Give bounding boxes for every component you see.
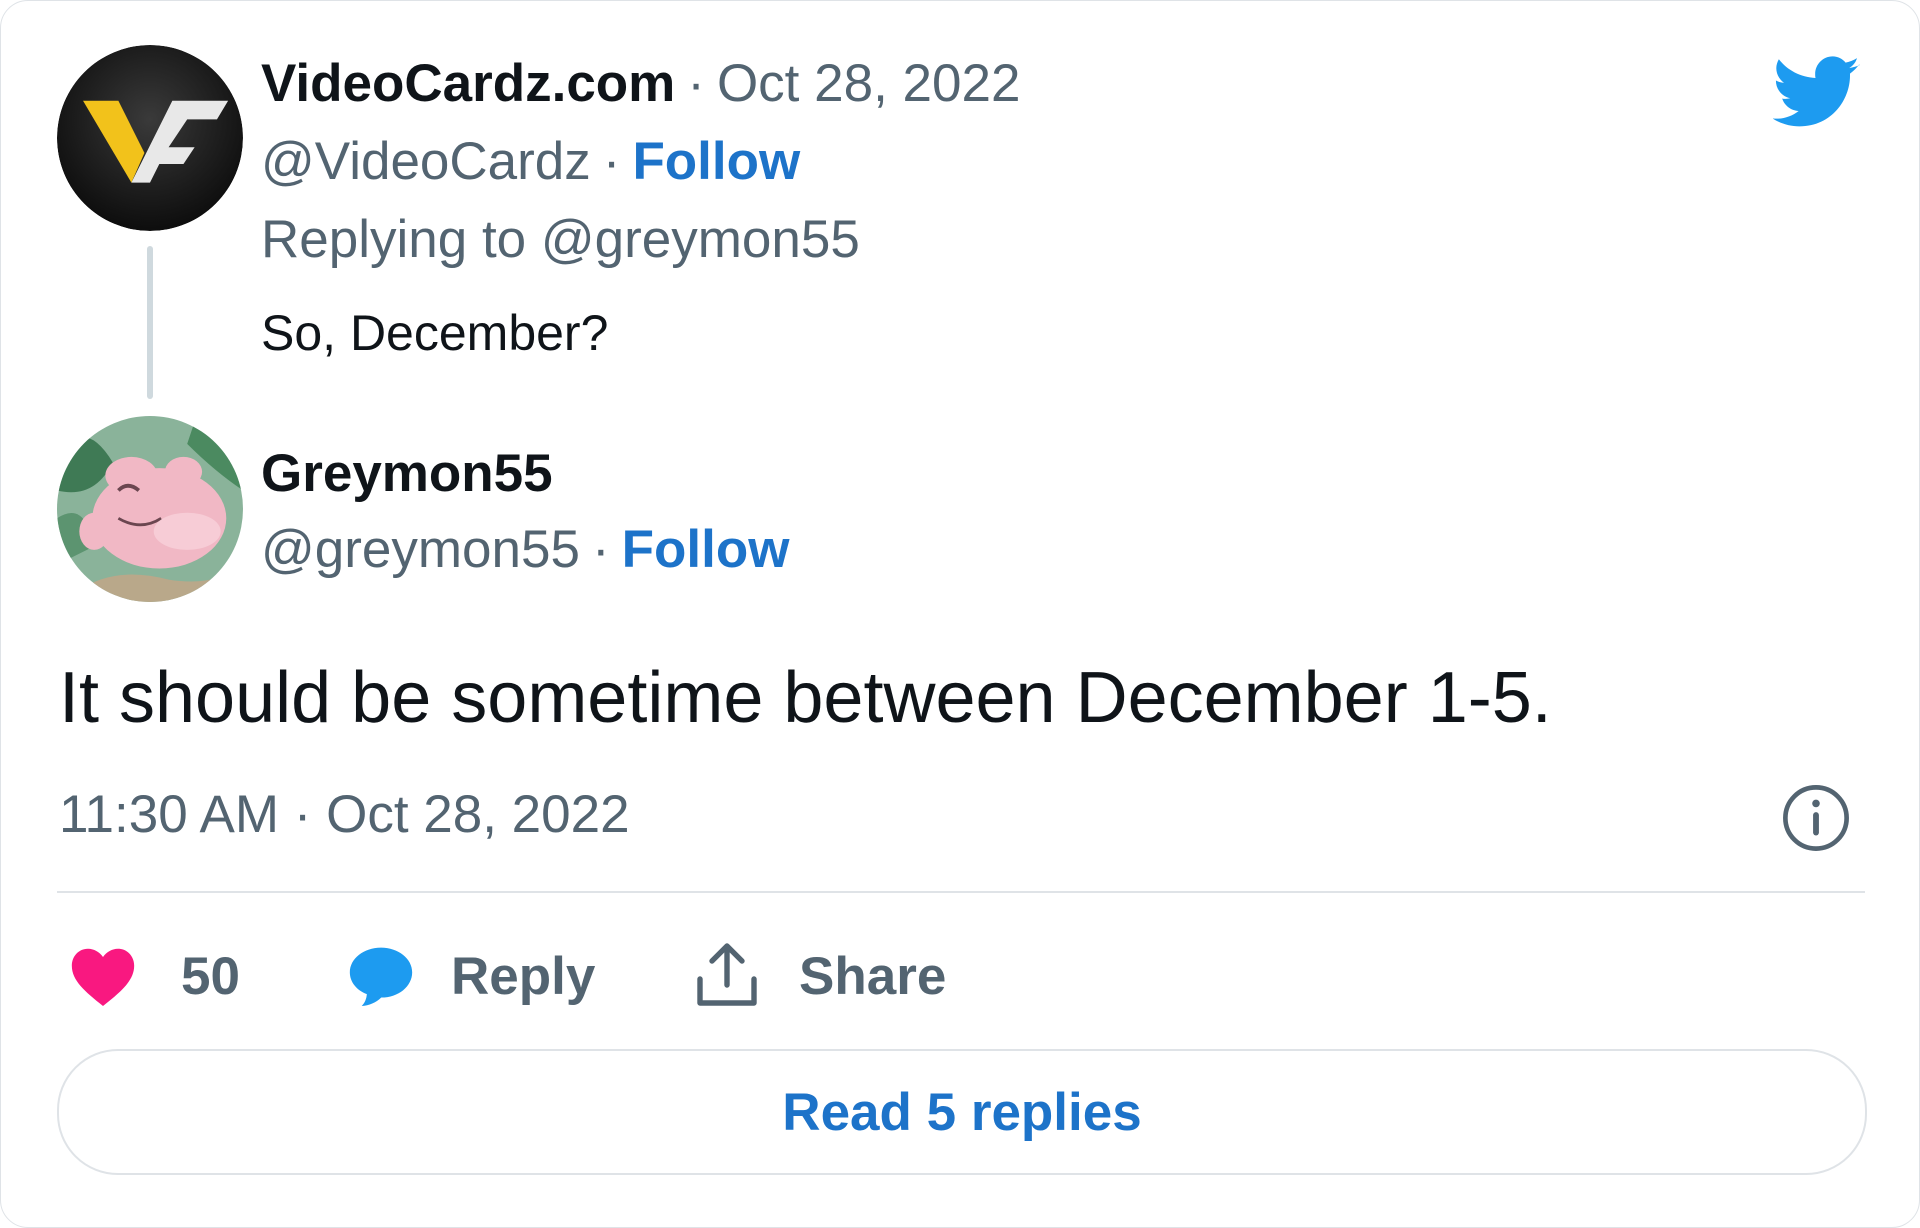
reply-tweet-date[interactable]: Oct 28, 2022 [717, 53, 1020, 114]
like-count: 50 [181, 946, 240, 1006]
videocardz-logo-icon [57, 45, 243, 231]
reply-button[interactable]: Reply [347, 941, 595, 1011]
reply-label: Reply [451, 946, 596, 1006]
share-button[interactable]: Share [691, 941, 946, 1011]
thread-connector-line [147, 246, 153, 399]
replying-to-row: Replying to @greymon55 [261, 209, 860, 270]
info-icon[interactable] [1781, 783, 1851, 853]
main-author-handle[interactable]: @greymon55 [261, 519, 580, 580]
reply-tweet-text: So, December? [261, 305, 609, 361]
main-author-handle-row: @greymon55 · Follow [261, 519, 789, 580]
heart-icon [71, 948, 135, 1007]
reply-author-handle[interactable]: @VideoCardz [261, 131, 591, 192]
separator-dot: · [591, 520, 610, 579]
replying-to-text[interactable]: Replying to @greymon55 [261, 209, 860, 270]
main-author-name[interactable]: Greymon55 [261, 443, 553, 504]
greymon-avatar-icon [57, 416, 243, 602]
like-button[interactable]: 50 [69, 941, 240, 1011]
main-tweet-text: It should be sometime between December 1… [59, 658, 1552, 738]
divider [57, 891, 1865, 893]
greymon55-avatar[interactable] [57, 416, 243, 602]
videocardz-avatar[interactable] [57, 45, 243, 231]
reply-author-handle-row: @VideoCardz · Follow [261, 131, 800, 192]
main-tweet-author-row: Greymon55 [261, 443, 553, 504]
reply-author-name[interactable]: VideoCardz.com [261, 53, 675, 114]
share-upload-icon [697, 943, 757, 1006]
separator-dot: · [602, 132, 621, 191]
follow-videocardz-button[interactable]: Follow [632, 131, 800, 192]
reply-tweet-header: VideoCardz.com · Oct 28, 2022 [261, 53, 1020, 114]
follow-greymon55-button[interactable]: Follow [622, 519, 790, 580]
read-replies-button[interactable]: Read 5 replies [57, 1049, 1867, 1175]
share-label: Share [799, 946, 947, 1006]
embedded-tweet-card: VideoCardz.com · Oct 28, 2022 @VideoCard… [0, 0, 1920, 1228]
separator-dot: · [687, 54, 705, 113]
main-tweet-timestamp[interactable]: 11:30 AM · Oct 28, 2022 [59, 784, 630, 845]
speech-bubble-icon [349, 947, 413, 1007]
twitter-bird-icon[interactable] [1773, 53, 1861, 133]
